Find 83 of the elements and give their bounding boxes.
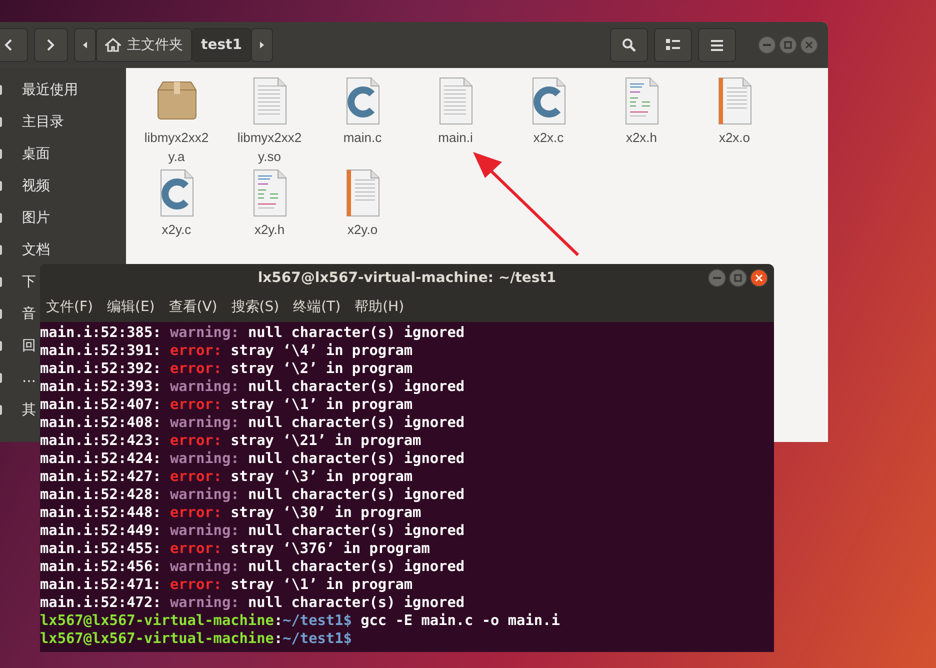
file-item[interactable]: x2x.h (595, 76, 688, 168)
maximize-button[interactable] (779, 36, 797, 54)
terminal-line: main.i:52:471: error: stray ‘\1’ in program (40, 576, 414, 594)
breadcrumb-back-button[interactable] (74, 28, 96, 62)
file-name: x2y.c (160, 221, 192, 239)
terminal-line: main.i:52:424: warning: null character(s) ignored (40, 450, 466, 468)
terminal-line: main.i:52:407: error: stray ‘\1’ in program (40, 396, 414, 414)
minimize-button[interactable] (708, 269, 726, 287)
minimize-button[interactable] (758, 36, 776, 54)
terminal-line: main.i:52:427: error: stray ‘\3’ in program (40, 468, 414, 486)
terminal-line: main.i:52:455: error: stray ‘\376’ in program (40, 540, 431, 558)
chevron-right-icon (47, 39, 55, 51)
breadcrumb-button[interactable]: test1 (192, 28, 251, 62)
terminal-line: main.i:52:456: warning: null character(s) ignored (40, 558, 466, 576)
file-name: main.i (437, 129, 474, 147)
file-name: x2x.h (624, 129, 658, 147)
sidebar-item[interactable]: 音 (0, 298, 36, 330)
file-item[interactable]: libmyx2xx2y.so (223, 76, 316, 168)
file-item[interactable]: libmyx2xx2y.a (130, 76, 223, 168)
caret-right-icon (260, 40, 264, 50)
maximize-icon (734, 274, 742, 282)
terminal-line: main.i:52:391: error: stray ‘\4’ in program (40, 342, 414, 360)
terminal-line: lx567@lx567-virtual-machine:~/test1$ gcc -E main.c -o main.i (40, 612, 561, 630)
home-icon (105, 38, 121, 52)
file-name: x2y.h (253, 221, 286, 239)
terminal-line: main.i:52:428: warning: null character(s) ignored (40, 486, 466, 504)
view-button[interactable] (654, 28, 692, 62)
breadcrumb-button[interactable]: 主文件夹 (96, 28, 192, 62)
file-name: x2x.c (532, 129, 565, 147)
chevron-left-icon (4, 39, 12, 51)
sidebar-item[interactable]: 图片 (0, 202, 50, 234)
menu-item[interactable]: 终端(T) (293, 296, 341, 318)
sidebar-item[interactable]: 视频 (0, 170, 50, 202)
menu-icon (711, 40, 723, 50)
sidebar-item[interactable]: 主目录 (0, 106, 64, 138)
file-name: libmyx2xx2y.so (236, 129, 303, 166)
terminal-line: main.i:52:448: error: stray ‘\30’ in program (40, 504, 422, 522)
sidebar-item[interactable]: 桌面 (0, 138, 50, 170)
file-name: main.c (342, 129, 383, 147)
terminal-line: main.i:52:472: warning: null character(s) ignored (40, 594, 466, 612)
menu-item[interactable]: 帮助(H) (354, 296, 404, 318)
terminal-line: main.i:52:392: error: stray ‘\2’ in program (40, 360, 414, 378)
breadcrumb-forward-button[interactable] (250, 28, 273, 62)
sidebar-item[interactable]: 下 (0, 266, 36, 298)
sidebar-item[interactable]: 其 (0, 394, 36, 426)
sidebar-item[interactable]: … (0, 362, 36, 394)
terminal-line: lx567@lx567-virtual-machine:~/test1$ (40, 630, 353, 648)
terminal-line: main.i:52:423: error: stray ‘\21’ in program (40, 432, 422, 450)
file-item[interactable]: x2y.o (316, 168, 409, 260)
back-button[interactable] (0, 28, 28, 62)
sidebar-item[interactable]: 文档 (0, 234, 50, 266)
menu-item[interactable]: 编辑(E) (106, 296, 155, 318)
sidebar-item[interactable]: 最近使用 (0, 74, 78, 106)
terminal-line: main.i:52:385: warning: null character(s) ignored (40, 324, 466, 342)
menu-item[interactable]: 搜索(S) (231, 296, 280, 318)
file-name: x2x.o (718, 129, 752, 147)
file-name: libmyx2xx2y.a (143, 129, 210, 166)
sidebar-item[interactable]: 回 (0, 330, 36, 362)
list-view-icon (666, 39, 680, 51)
window-title: lx567@lx567-virtual-machine: ~/test1 (258, 268, 556, 288)
file-item[interactable]: main.i (409, 76, 502, 168)
file-item[interactable]: x2x.c (502, 76, 595, 168)
close-button[interactable] (750, 269, 768, 287)
close-icon (805, 41, 813, 49)
forward-button[interactable] (34, 28, 68, 62)
terminal-line: main.i:52:393: warning: null character(s) ignored (40, 378, 466, 396)
search-icon (622, 38, 636, 52)
menu-item[interactable]: 文件(F) (46, 296, 93, 318)
terminal-line: main.i:52:408: warning: null character(s) ignored (40, 414, 466, 432)
caret-left-icon (83, 40, 87, 50)
menu-item[interactable]: 查看(V) (168, 296, 218, 318)
terminal-line: main.i:52:449: warning: null character(s) ignored (40, 522, 466, 540)
file-name: x2y.o (346, 221, 379, 239)
file-item[interactable]: x2x.o (688, 76, 781, 168)
close-icon (755, 274, 763, 282)
search-button[interactable] (610, 28, 648, 62)
file-item[interactable]: main.c (316, 76, 409, 168)
file-item[interactable]: x2y.h (223, 168, 316, 260)
maximize-icon (784, 41, 792, 49)
minimize-icon (763, 44, 771, 46)
file-item[interactable]: x2y.c (130, 168, 223, 260)
menu-button[interactable] (698, 28, 736, 62)
minimize-icon (713, 277, 721, 279)
